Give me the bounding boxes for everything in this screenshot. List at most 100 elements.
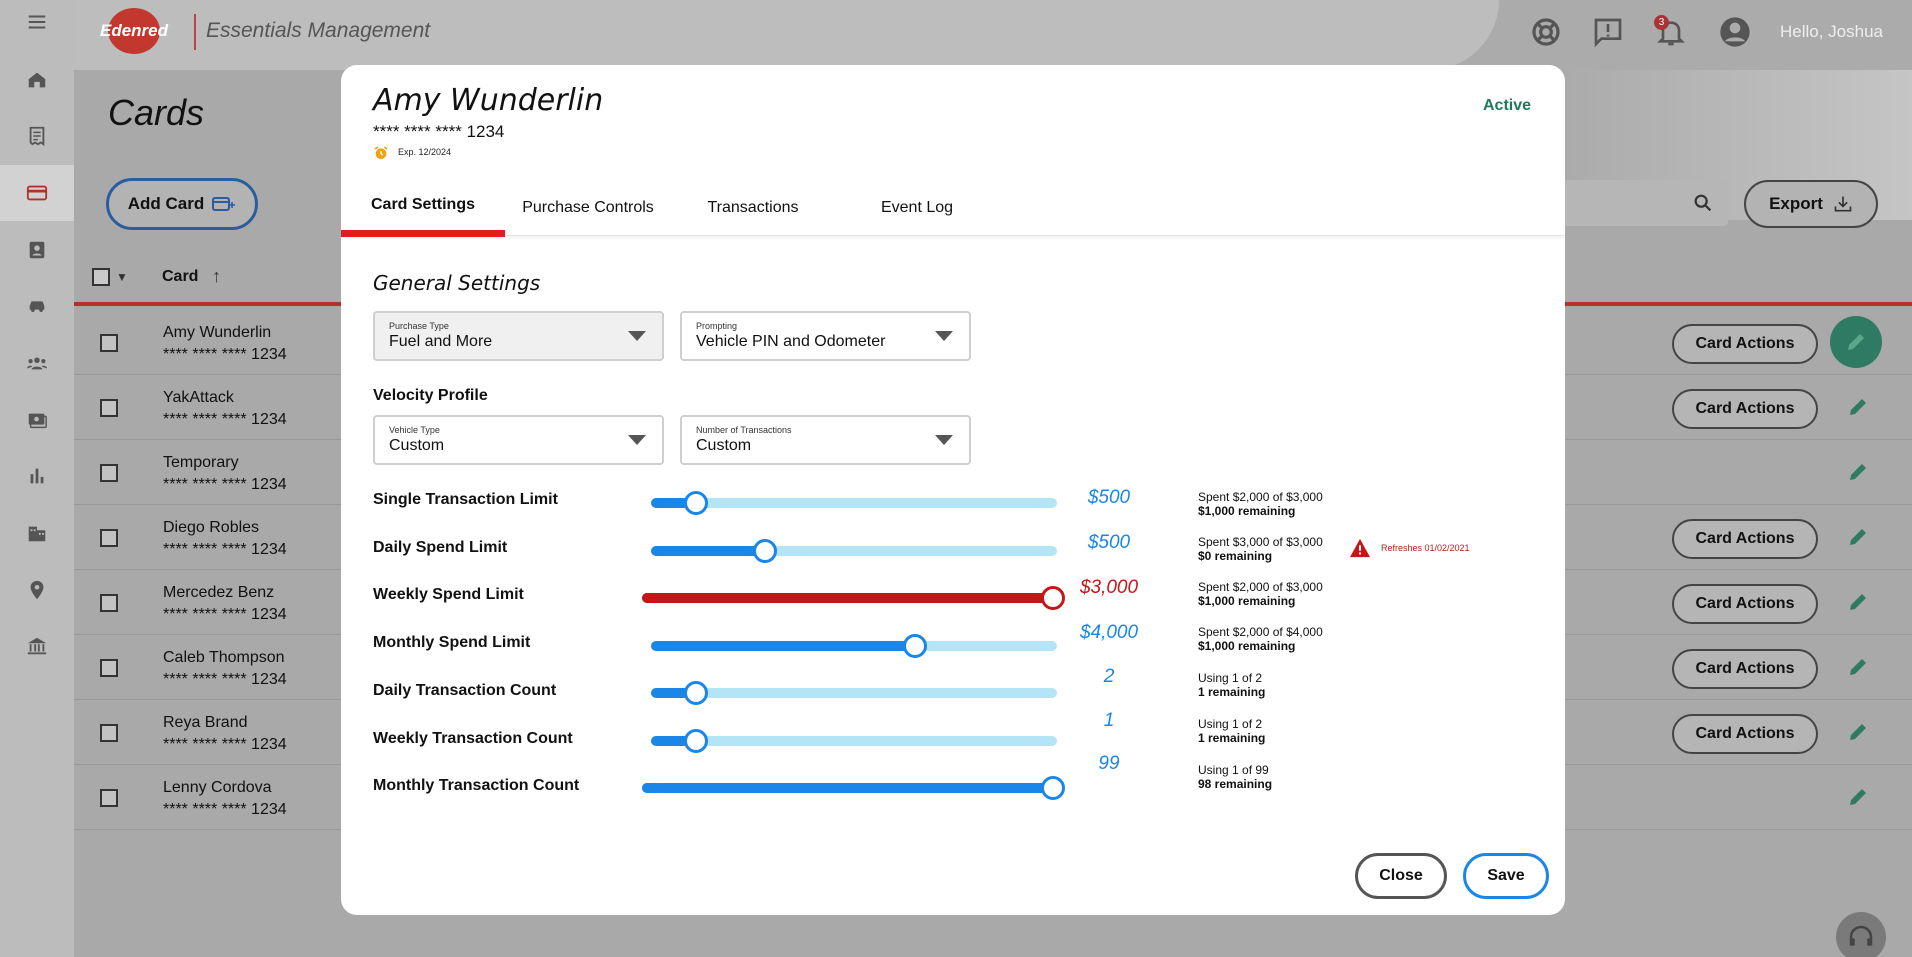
- sidebar-item-cards[interactable]: [0, 165, 74, 221]
- slider-handle[interactable]: [902, 634, 927, 658]
- edit-pencil-icon[interactable]: [1846, 395, 1870, 419]
- limit-amount[interactable]: 1: [1061, 710, 1157, 732]
- purchase-type-select[interactable]: Purchase Type Fuel and More: [373, 311, 664, 361]
- money-icon: [28, 413, 47, 429]
- notification-badge: 3: [1654, 15, 1669, 30]
- dropdown-caret-icon: [628, 435, 646, 445]
- sidebar-item-payments[interactable]: [0, 392, 74, 448]
- limit-remaining-text: $1,000 remaining: [1198, 594, 1296, 608]
- slider-handle[interactable]: [683, 729, 708, 753]
- car-icon: [29, 301, 45, 312]
- monthly-spend-limit-slider[interactable]: [651, 634, 1057, 658]
- row-checkbox[interactable]: [100, 464, 118, 482]
- search-input[interactable]: [1560, 180, 1728, 226]
- card-actions-button[interactable]: Card Actions: [1672, 584, 1818, 624]
- chevron-down-icon[interactable]: ▼: [116, 270, 128, 284]
- number-of-transactions-value: Custom: [696, 437, 752, 454]
- page-title: Cards: [108, 92, 205, 133]
- sort-arrow-up-icon[interactable]: ↑: [212, 266, 221, 287]
- slider-handle[interactable]: [752, 539, 777, 563]
- slider-fill: [651, 641, 915, 651]
- sidebar-item-banking[interactable]: [0, 618, 74, 674]
- edit-pencil-icon[interactable]: [1846, 590, 1870, 614]
- weekly-spend-limit-slider[interactable]: [642, 586, 1065, 610]
- tab-event-log[interactable]: Event Log: [835, 173, 999, 236]
- row-checkbox[interactable]: [100, 594, 118, 612]
- edit-pencil-icon[interactable]: [1846, 785, 1870, 809]
- slider-handle[interactable]: [1041, 776, 1065, 800]
- prompting-select[interactable]: Prompting Vehicle PIN and Odometer: [680, 311, 971, 361]
- card-status-badge: Active: [1483, 97, 1532, 114]
- feedback-icon[interactable]: [1590, 14, 1626, 50]
- row-checkbox[interactable]: [100, 789, 118, 807]
- sidebar-item-home[interactable]: [0, 52, 74, 108]
- row-cardholder-name: Mercedez Benz: [163, 584, 275, 601]
- card-settings-modal: Amy Wunderlin **** **** **** 1234 Exp. 1…: [341, 65, 1565, 915]
- edit-pencil-icon[interactable]: [1846, 720, 1870, 744]
- row-cardholder-name: Reya Brand: [163, 714, 248, 731]
- add-card-label: Add Card: [127, 194, 205, 213]
- column-header-card[interactable]: Card: [162, 268, 198, 286]
- card-actions-button[interactable]: Card Actions: [1672, 519, 1818, 559]
- tab-transactions[interactable]: Transactions: [671, 173, 835, 236]
- slider-handle[interactable]: [683, 681, 708, 705]
- daily-spend-limit-slider[interactable]: [651, 539, 1057, 563]
- sidebar-item-company[interactable]: [0, 505, 74, 561]
- tab-card-settings[interactable]: Card Settings: [341, 173, 505, 237]
- limit-label: Single Transaction Limit: [373, 491, 558, 508]
- close-button[interactable]: Close: [1355, 853, 1447, 899]
- export-label: Export: [1769, 194, 1823, 213]
- slider-handle[interactable]: [683, 491, 708, 515]
- row-checkbox[interactable]: [100, 529, 118, 547]
- sidebar-item-drivers[interactable]: [0, 222, 74, 278]
- row-checkbox[interactable]: [100, 659, 118, 677]
- warning-triangle-icon: [1350, 538, 1370, 558]
- menu-icon[interactable]: [0, 0, 74, 50]
- card-actions-button[interactable]: Card Actions: [1672, 714, 1818, 754]
- sidebar-item-analytics[interactable]: [0, 448, 74, 504]
- single-transaction-limit-slider[interactable]: [651, 491, 1057, 515]
- limit-amount[interactable]: $500: [1061, 532, 1157, 554]
- limit-amount[interactable]: $500: [1061, 487, 1157, 509]
- daily-transaction-count-slider[interactable]: [651, 681, 1057, 705]
- purchase-type-label: Purchase Type: [389, 321, 449, 331]
- weekly-transaction-count-slider[interactable]: [651, 729, 1057, 753]
- support-lifebuoy-icon[interactable]: [1528, 14, 1564, 50]
- limit-amount[interactable]: $3,000: [1061, 577, 1157, 599]
- edit-pencil-icon[interactable]: [1846, 460, 1870, 484]
- row-checkbox[interactable]: [100, 334, 118, 352]
- card-actions-button[interactable]: Card Actions: [1672, 389, 1818, 429]
- edit-pencil-icon[interactable]: [1846, 655, 1870, 679]
- sidebar-item-vehicles[interactable]: [0, 278, 74, 334]
- select-all-checkbox[interactable]: [92, 268, 110, 286]
- add-card-button[interactable]: Add Card: [106, 178, 258, 230]
- row-cardholder-name: Amy Wunderlin: [163, 324, 272, 341]
- card-actions-button[interactable]: Card Actions: [1672, 649, 1818, 689]
- sidebar-item-reports[interactable]: [0, 108, 74, 164]
- limit-amount[interactable]: $4,000: [1061, 622, 1157, 644]
- export-button[interactable]: Export: [1744, 180, 1878, 228]
- vehicle-type-select[interactable]: Vehicle Type Custom: [373, 415, 664, 465]
- limit-amount[interactable]: 99: [1061, 753, 1157, 775]
- tab-purchase-controls[interactable]: Purchase Controls: [505, 173, 671, 236]
- row-checkbox[interactable]: [100, 724, 118, 742]
- limit-amount[interactable]: 2: [1061, 666, 1157, 688]
- limit-label: Weekly Transaction Count: [373, 730, 573, 747]
- user-greeting[interactable]: Hello, Joshua: [1780, 22, 1883, 42]
- help-support-button[interactable]: [1836, 912, 1886, 957]
- edit-pencil-icon[interactable]: [1830, 316, 1882, 368]
- monthly-transaction-count-slider[interactable]: [642, 776, 1065, 800]
- save-button[interactable]: Save: [1463, 853, 1549, 899]
- tab-label: Transactions: [707, 198, 799, 216]
- row-card-number: **** **** **** 1234: [163, 541, 287, 558]
- app-title: Essentials Management: [206, 19, 431, 42]
- edit-pencil-icon[interactable]: [1846, 525, 1870, 549]
- user-avatar-icon[interactable]: [1717, 14, 1753, 50]
- sidebar-item-groups[interactable]: [0, 335, 74, 391]
- card-actions-button[interactable]: Card Actions: [1672, 324, 1818, 364]
- number-of-transactions-select[interactable]: Number of Transactions Custom: [680, 415, 971, 465]
- sidebar-item-locations[interactable]: [0, 562, 74, 618]
- row-card-number: **** **** **** 1234: [163, 671, 287, 688]
- modal-expiry: Exp. 12/2024: [398, 147, 452, 157]
- row-checkbox[interactable]: [100, 399, 118, 417]
